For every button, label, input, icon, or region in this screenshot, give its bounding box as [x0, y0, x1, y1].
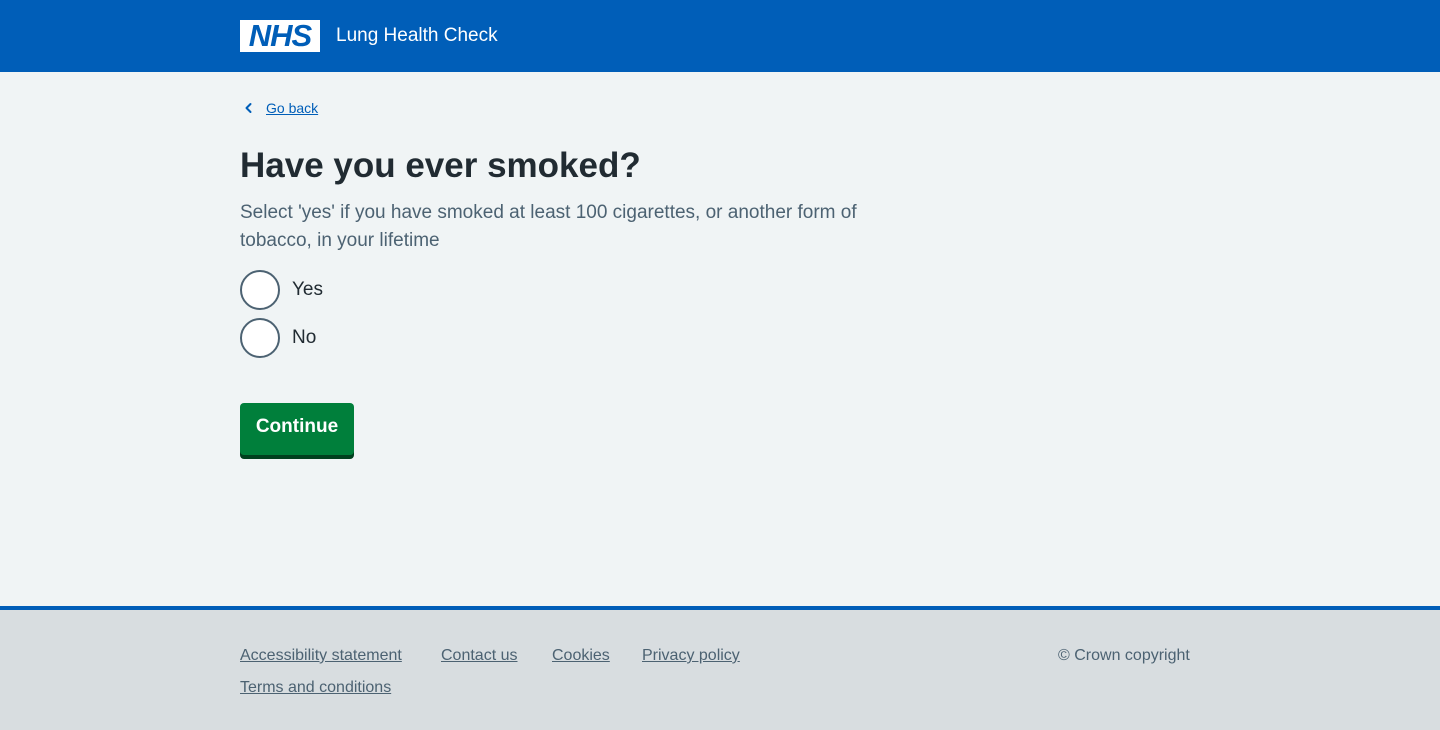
footer-link-contact[interactable]: Contact us	[441, 646, 517, 666]
footer-link-accessibility[interactable]: Accessibility statement	[240, 646, 402, 666]
service-name[interactable]: Lung Health Check	[336, 24, 498, 48]
radio-option-yes[interactable]: Yes	[240, 270, 323, 310]
radio-option-no[interactable]: No	[240, 318, 316, 358]
footer-link-privacy[interactable]: Privacy policy	[642, 646, 740, 666]
chevron-left-icon	[240, 98, 258, 118]
question-hint: Select 'yes' if you have smoked at least…	[240, 202, 857, 251]
footer-link-cookies[interactable]: Cookies	[552, 646, 610, 666]
site-footer: Accessibility statement Contact us Cooki…	[0, 606, 1440, 730]
copyright-text: © Crown copyright	[1058, 647, 1190, 664]
page-title: Have you ever smoked?	[240, 146, 641, 185]
nhs-logo-text: NHS	[248, 18, 312, 53]
footer-link-terms[interactable]: Terms and conditions	[240, 678, 391, 698]
back-link-label: Go back	[266, 100, 319, 116]
nhs-logo[interactable]: NHS	[240, 20, 320, 52]
radio-button-no[interactable]	[240, 318, 280, 358]
continue-button[interactable]: Continue	[240, 403, 354, 455]
radio-button-yes[interactable]	[240, 270, 280, 310]
radio-label-yes[interactable]: Yes	[292, 278, 323, 302]
radio-label-no[interactable]: No	[292, 326, 316, 350]
back-link[interactable]: Go back	[240, 98, 318, 118]
site-header: NHS Lung Health Check	[0, 0, 1440, 72]
